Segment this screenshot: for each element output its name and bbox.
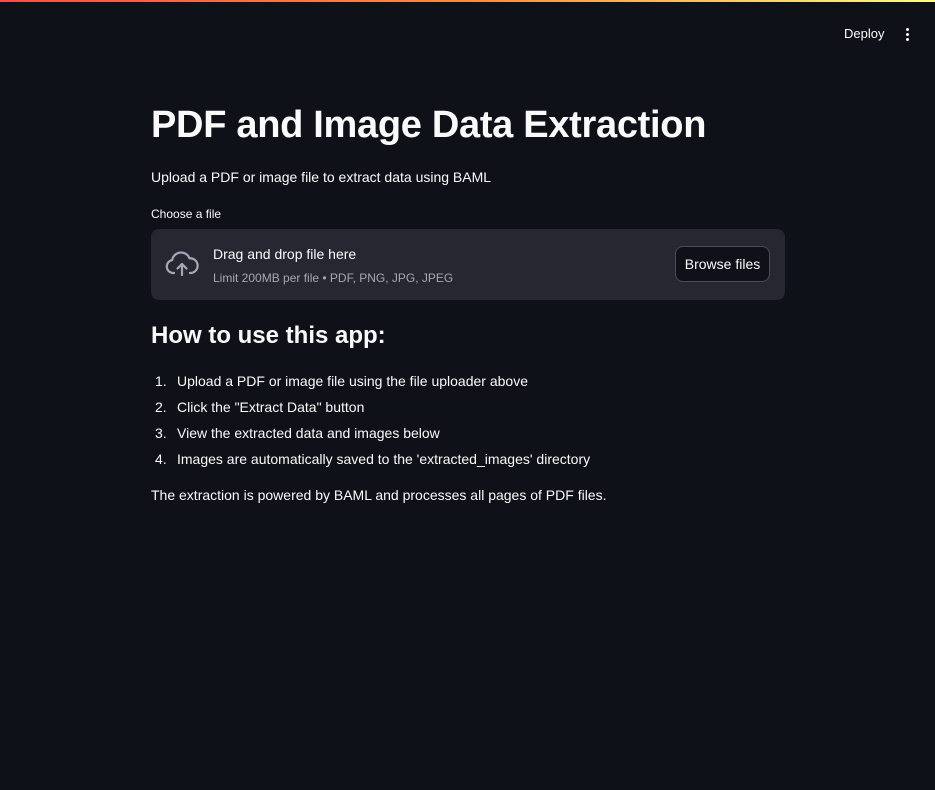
list-item: 3. View the extracted data and images be…	[151, 420, 590, 446]
step-number: 2.	[155, 399, 167, 415]
step-number: 4.	[155, 451, 167, 467]
howto-steps-list: 1. Upload a PDF or image file using the …	[151, 368, 590, 472]
app-header: Deploy	[0, 2, 935, 60]
page-title: PDF and Image Data Extraction	[151, 104, 707, 146]
step-text: Click the "Extract Data" button	[177, 399, 365, 415]
step-number: 3.	[155, 425, 167, 441]
cloud-upload-icon	[165, 251, 199, 277]
dropzone-file-limit: Limit 200MB per file • PDF, PNG, JPG, JP…	[213, 271, 454, 285]
deploy-button[interactable]: Deploy	[834, 22, 894, 46]
file-dropzone[interactable]: Drag and drop file here Limit 200MB per …	[151, 229, 785, 300]
browse-files-button[interactable]: Browse files	[675, 246, 770, 282]
kebab-menu-icon-dot	[905, 37, 909, 41]
kebab-menu-icon	[905, 27, 909, 31]
step-number: 1.	[155, 373, 167, 389]
howto-heading: How to use this app:	[151, 322, 386, 349]
step-text: View the extracted data and images below	[177, 425, 440, 441]
kebab-menu-icon-dot	[905, 32, 909, 36]
step-text: Upload a PDF or image file using the fil…	[177, 373, 528, 389]
main-menu-button[interactable]	[896, 22, 918, 46]
dropzone-instructions: Drag and drop file here	[213, 246, 357, 262]
page-subtitle: Upload a PDF or image file to extract da…	[151, 169, 492, 185]
footer-note: The extraction is powered by BAML and pr…	[151, 487, 607, 503]
list-item: 4. Images are automatically saved to the…	[151, 446, 590, 472]
file-uploader-label: Choose a file	[151, 207, 222, 221]
list-item: 2. Click the "Extract Data" button	[151, 394, 590, 420]
step-text: Images are automatically saved to the 'e…	[177, 451, 591, 467]
list-item: 1. Upload a PDF or image file using the …	[151, 368, 590, 394]
